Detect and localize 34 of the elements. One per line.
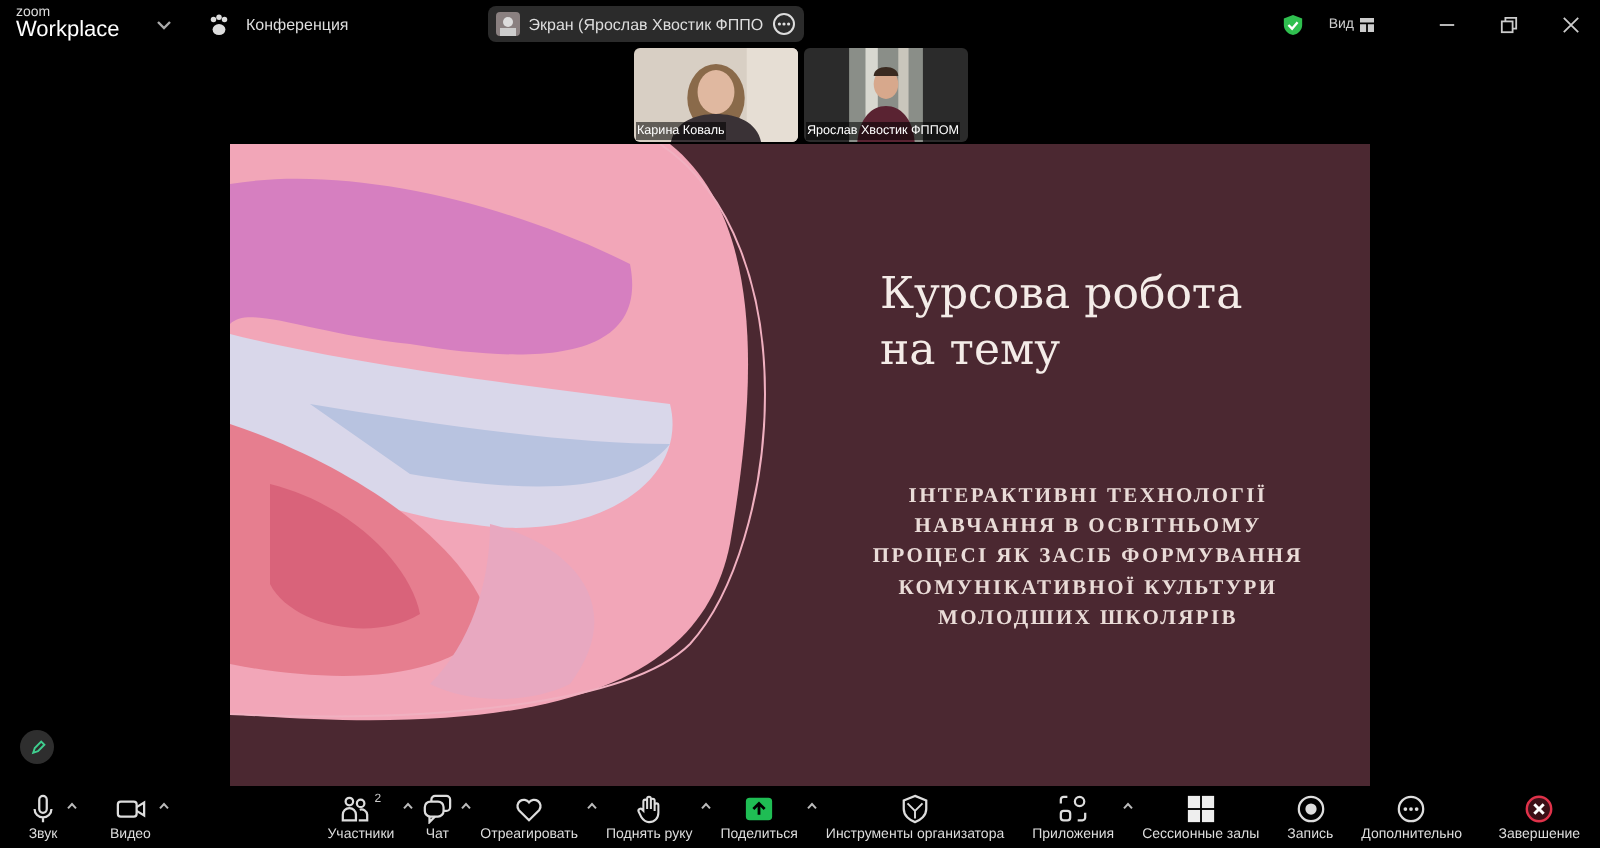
restore-icon[interactable] [1500, 15, 1518, 33]
hand-icon [634, 793, 665, 823]
caret-icon[interactable] [805, 801, 818, 809]
rooms-icon [1185, 793, 1216, 823]
mic-icon [28, 793, 58, 823]
slide-title: Курсова робота на тему [880, 268, 1245, 378]
caret-icon[interactable] [1122, 801, 1135, 809]
caret-icon[interactable] [158, 801, 171, 809]
caret-icon[interactable] [460, 801, 473, 809]
caret-icon[interactable] [585, 801, 598, 809]
pencil-icon [29, 739, 45, 755]
more-icon [771, 12, 796, 36]
slide-subtitle: ІНТЕРАКТИВНІ ТЕХНОЛОГІЇ НАВЧАННЯ В ОСВІТНЬОМУ ПРОЦЕСІ ЯК ЗАСІБ ФОРМУВАННЯ КОМУНІКАТИВНОЇ КУЛЬТУРИ МОЛОДШИХ ШКОЛЯРІВ [870, 482, 1306, 634]
grid-icon [1360, 17, 1374, 31]
caret-icon[interactable] [700, 801, 713, 809]
participants-icon [340, 793, 371, 823]
meeting-label: Конференция [246, 15, 349, 33]
close-icon[interactable] [1562, 15, 1580, 33]
host-icon [900, 793, 930, 823]
meeting-icon [208, 13, 230, 35]
apps-icon [1058, 793, 1089, 823]
record-icon [1295, 793, 1326, 823]
share-icon [744, 793, 775, 823]
end-icon [1524, 793, 1555, 823]
chevron-down-icon[interactable] [156, 19, 172, 29]
chat-icon [422, 793, 453, 823]
sharer-avatar-icon [496, 12, 521, 36]
annotate-button[interactable] [20, 730, 54, 764]
shield-check-icon[interactable] [1282, 13, 1305, 35]
caret-icon[interactable] [402, 801, 415, 809]
more-icon [1396, 793, 1427, 823]
screen-share-pill[interactable]: Экран (Ярослав Хвостик ФППО [488, 6, 804, 42]
caret-icon[interactable] [66, 801, 78, 809]
react-icon [514, 793, 545, 823]
